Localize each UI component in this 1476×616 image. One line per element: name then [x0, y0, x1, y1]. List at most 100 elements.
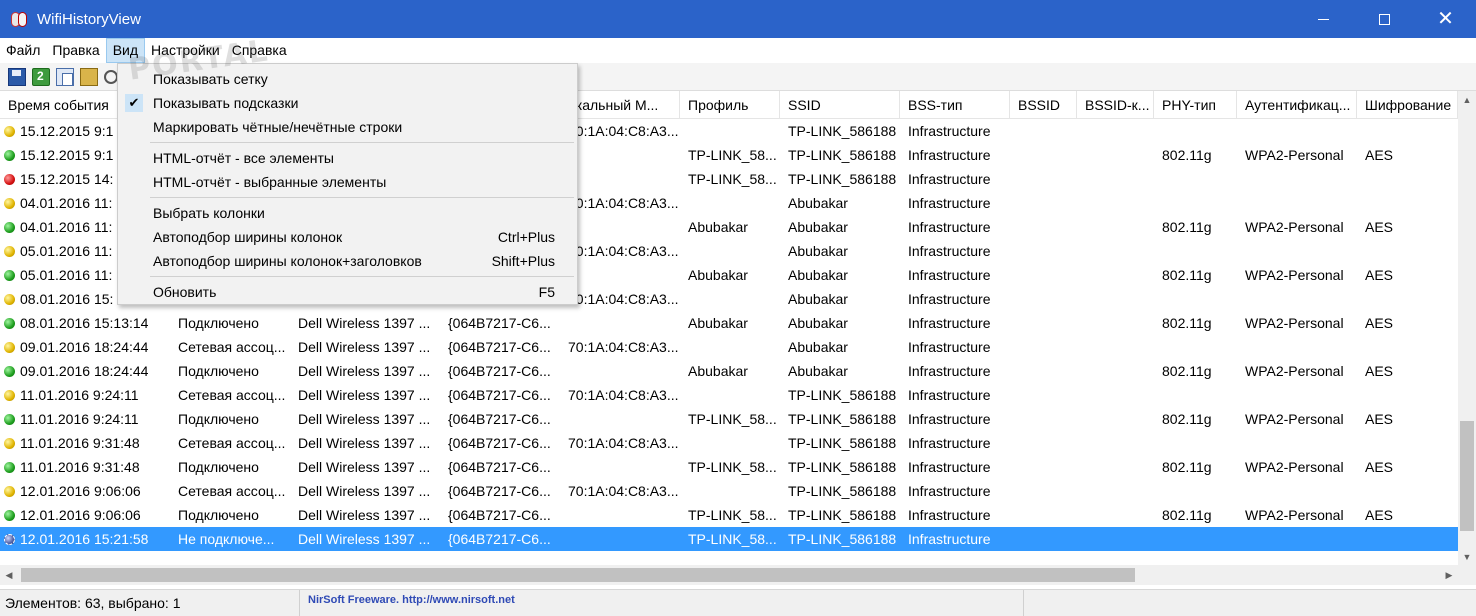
- menu-item-autosize-columns[interactable]: Автоподбор ширины колонок Ctrl+Plus: [118, 225, 577, 249]
- cell-profile: [680, 287, 780, 311]
- cell-bssid2: [1077, 311, 1154, 335]
- scroll-up-icon[interactable]: ▲: [1458, 91, 1476, 108]
- table-row[interactable]: 08.01.2016 15:13:14 Подключено Dell Wirele…: [0, 311, 1458, 335]
- menu-item-show-grid[interactable]: Показывать сетку: [118, 67, 577, 91]
- horizontal-scrollbar[interactable]: ◀ ▶: [0, 565, 1458, 585]
- cell-enc: [1357, 479, 1458, 503]
- column-header-phy-type[interactable]: PHY-тип: [1154, 91, 1237, 119]
- cell-bssid2: [1077, 263, 1154, 287]
- menu-settings[interactable]: Настройки: [145, 38, 226, 63]
- close-button[interactable]: ✕: [1415, 0, 1476, 38]
- cell-adapter: Dell Wireless 1397 ...: [298, 339, 431, 355]
- cell-bssid: [1010, 287, 1077, 311]
- menu-item-refresh[interactable]: Обновить F5: [118, 280, 577, 304]
- cell-profile: [680, 383, 780, 407]
- cell-mac: [560, 167, 680, 191]
- cell-profile: Abubakar: [688, 219, 748, 235]
- menu-item-autosize-columns-headers[interactable]: Автоподбор ширины колонок+заголовков Shi…: [118, 249, 577, 273]
- cell-adapter: Dell Wireless 1397 ...: [298, 483, 431, 499]
- minimize-icon: [1318, 18, 1329, 20]
- vertical-scroll-thumb[interactable]: [1460, 421, 1474, 531]
- table-row[interactable]: 11.01.2016 9:24:11 Подключено Dell Wireles…: [0, 407, 1458, 431]
- cell-enc: AES: [1365, 267, 1394, 283]
- cell-adapter: Dell Wireless 1397 ...: [290, 527, 440, 551]
- event-time-text: 04.01.2016 11:: [20, 219, 113, 235]
- event-time-text: 15.12.2015 9:1: [20, 123, 114, 139]
- cell-phy: [1154, 119, 1237, 143]
- menu-separator: [150, 276, 574, 277]
- event-time-text: 12.01.2016 15:21:58: [20, 531, 149, 547]
- status-green-icon: [4, 269, 15, 281]
- copy-icon[interactable]: [56, 67, 74, 86]
- scroll-left-icon[interactable]: ◀: [0, 565, 18, 585]
- cell-bssid: [1010, 335, 1077, 359]
- table-row[interactable]: 11.01.2016 9:31:48 Подключено Dell Wireles…: [0, 455, 1458, 479]
- cell-bssid: [1010, 191, 1077, 215]
- cell-bssid: [1010, 383, 1077, 407]
- cell-adapter: Dell Wireless 1397 ...: [298, 507, 431, 523]
- column-header-bss-type[interactable]: BSS-тип: [900, 91, 1010, 119]
- find-icon[interactable]: [104, 69, 118, 84]
- menu-item-choose-columns[interactable]: Выбрать колонки: [118, 201, 577, 225]
- cell-ssid: TP-LINK_586188: [788, 123, 897, 139]
- table-row[interactable]: 09.01.2016 18:24:44 Подключено Dell Wirele…: [0, 359, 1458, 383]
- cell-bssid2: [1077, 119, 1154, 143]
- menu-item-html-report-all[interactable]: HTML-отчёт - все элементы: [118, 146, 577, 170]
- cell-bss: Infrastructure: [908, 171, 991, 187]
- cell-ssid: TP-LINK_586188: [780, 527, 900, 551]
- column-header-auth[interactable]: Аутентификац...: [1237, 91, 1357, 119]
- column-header-local-mac[interactable]: окальный М...: [560, 91, 680, 119]
- table-row[interactable]: 09.01.2016 18:24:44 Сетевая ассоц... Dell …: [0, 335, 1458, 359]
- cell-ssid: Abubakar: [788, 315, 848, 331]
- menu-edit[interactable]: Правка: [46, 38, 105, 63]
- minimize-button[interactable]: [1293, 0, 1354, 38]
- scroll-down-icon[interactable]: ▼: [1458, 548, 1476, 565]
- cell-ssid: TP-LINK_586188: [788, 147, 897, 163]
- menu-help[interactable]: Справка: [226, 38, 293, 63]
- cell-adapter: Dell Wireless 1397 ...: [298, 363, 431, 379]
- maximize-button[interactable]: [1354, 0, 1415, 38]
- table-row[interactable]: 12.01.2016 9:06:06 Сетевая ассоц... Dell W…: [0, 479, 1458, 503]
- cell-profile: [680, 479, 780, 503]
- cell-adapter: Dell Wireless 1397 ...: [298, 315, 431, 331]
- refresh-icon[interactable]: [32, 67, 50, 86]
- menu-item-show-tooltips[interactable]: ✔ Показывать подсказки: [118, 91, 577, 115]
- nirsoft-link[interactable]: NirSoft Freeware. http://www.nirsoft.net: [300, 589, 1024, 616]
- table-row[interactable]: 11.01.2016 9:24:11 Сетевая ассоц... Dell W…: [0, 383, 1458, 407]
- vertical-scrollbar[interactable]: ▲ ▼: [1458, 91, 1476, 565]
- cell-phy: [1154, 167, 1237, 191]
- column-header-bssid[interactable]: BSSID: [1010, 91, 1077, 119]
- menu-file[interactable]: Файл: [0, 38, 46, 63]
- cell-mac: 70:1A:04:C8:A3...: [568, 243, 679, 259]
- menu-item-shortcut: F5: [538, 284, 555, 300]
- status-green-icon: [4, 317, 15, 329]
- column-header-bssid-k[interactable]: BSSID-к...: [1077, 91, 1154, 119]
- window-controls: ✕: [1293, 0, 1476, 38]
- scroll-right-icon[interactable]: ▶: [1440, 565, 1458, 585]
- status-yellow-icon: [4, 485, 15, 497]
- column-header-ssid[interactable]: SSID: [780, 91, 900, 119]
- properties-icon[interactable]: [80, 67, 98, 86]
- column-header-encryption[interactable]: Шифрование: [1357, 91, 1458, 119]
- column-header-profile[interactable]: Профиль: [680, 91, 780, 119]
- cell-bssid: [1010, 479, 1077, 503]
- close-icon: ✕: [1437, 8, 1454, 30]
- cell-mac: 70:1A:04:C8:A3...: [568, 387, 679, 403]
- cell-ssid: TP-LINK_586188: [788, 459, 897, 475]
- table-row[interactable]: 12.01.2016 9:06:06 Подключено Dell Wireles…: [0, 503, 1458, 527]
- menu-separator: [150, 142, 574, 143]
- table-row[interactable]: 11.01.2016 9:31:48 Сетевая ассоц... Dell W…: [0, 431, 1458, 455]
- status-yellow-icon: [4, 245, 15, 257]
- menu-item-label: HTML-отчёт - все элементы: [153, 150, 334, 166]
- save-icon[interactable]: [8, 67, 26, 86]
- horizontal-scroll-thumb[interactable]: [21, 568, 1135, 582]
- menu-item-html-report-selected[interactable]: HTML-отчёт - выбранные элементы: [118, 170, 577, 194]
- menu-view[interactable]: Вид: [105, 38, 146, 63]
- cell-enc: [1357, 191, 1458, 215]
- menu-item-mark-odd-even[interactable]: Маркировать чётные/нечётные строки: [118, 115, 577, 139]
- cell-enc: AES: [1365, 219, 1394, 235]
- cell-bssid: [1010, 311, 1077, 335]
- cell-profile: TP-LINK_58...: [688, 507, 777, 523]
- table-row[interactable]: 12.01.2016 15:21:58 Не подключе... Dell Wi…: [0, 527, 1458, 551]
- status-green-icon: [4, 461, 15, 473]
